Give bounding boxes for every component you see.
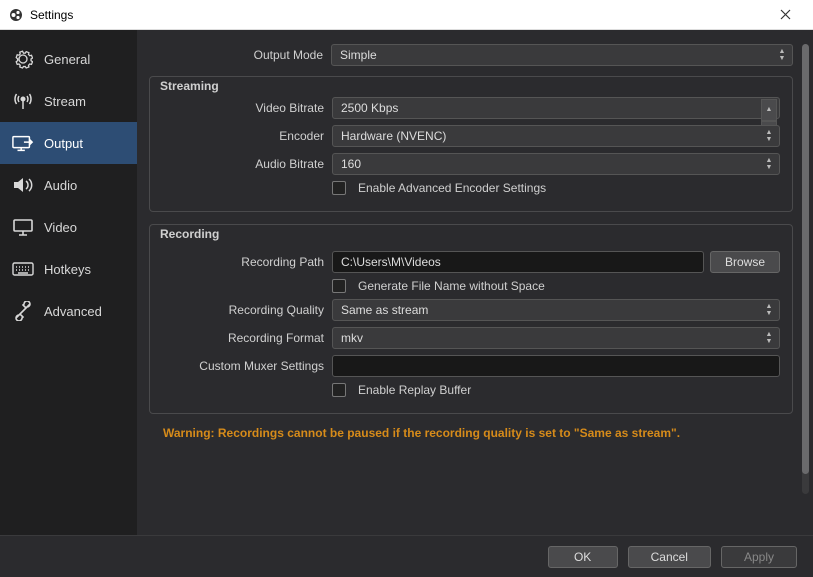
recording-path-value: C:\Users\M\Videos xyxy=(341,255,441,269)
content-pane: Output Mode Simple ▲▼ Streaming Video Bi… xyxy=(137,30,813,535)
recording-path-input[interactable]: C:\Users\M\Videos xyxy=(332,251,704,273)
browse-button[interactable]: Browse xyxy=(710,251,780,273)
recording-title: Recording xyxy=(158,227,221,241)
sidebar-item-label: Stream xyxy=(44,94,86,109)
ok-button[interactable]: OK xyxy=(548,546,618,568)
sidebar-item-general[interactable]: General xyxy=(0,38,137,80)
close-button[interactable] xyxy=(765,7,805,23)
recording-format-value: mkv xyxy=(341,331,363,345)
video-bitrate-input[interactable]: 2500 Kbps ▲▼ xyxy=(332,97,780,119)
cancel-button[interactable]: Cancel xyxy=(628,546,711,568)
enable-advanced-label: Enable Advanced Encoder Settings xyxy=(358,181,546,195)
settings-window: Settings General Stream xyxy=(0,0,813,577)
no-space-label: Generate File Name without Space xyxy=(358,279,545,293)
output-mode-value: Simple xyxy=(340,48,377,62)
sidebar-item-label: Audio xyxy=(44,178,77,193)
recording-quality-select[interactable]: Same as stream ▲▼ xyxy=(332,299,780,321)
keyboard-icon xyxy=(12,260,34,278)
sidebar-item-label: Output xyxy=(44,136,83,151)
sidebar-item-label: General xyxy=(44,52,90,67)
chevron-updown-icon: ▲▼ xyxy=(774,47,790,63)
chevron-updown-icon: ▲▼ xyxy=(761,128,777,144)
video-bitrate-label: Video Bitrate xyxy=(162,101,332,115)
sidebar-item-label: Advanced xyxy=(44,304,102,319)
sidebar: General Stream Output Audio xyxy=(0,30,137,535)
no-space-checkbox[interactable] xyxy=(332,279,346,293)
encoder-value: Hardware (NVENC) xyxy=(341,129,446,143)
app-icon xyxy=(8,7,24,23)
chevron-updown-icon: ▲▼ xyxy=(761,302,777,318)
warning-text: Warning: Recordings cannot be paused if … xyxy=(163,426,793,440)
speaker-icon xyxy=(12,176,34,194)
scrollbar[interactable] xyxy=(802,44,809,494)
sidebar-item-video[interactable]: Video xyxy=(0,206,137,248)
chevron-updown-icon: ▲▼ xyxy=(761,156,777,172)
recording-format-select[interactable]: mkv ▲▼ xyxy=(332,327,780,349)
recording-quality-label: Recording Quality xyxy=(162,303,332,317)
scrollbar-thumb[interactable] xyxy=(802,44,809,474)
sidebar-item-advanced[interactable]: Advanced xyxy=(0,290,137,332)
sidebar-item-stream[interactable]: Stream xyxy=(0,80,137,122)
footer: OK Cancel Apply xyxy=(0,535,813,577)
recording-path-label: Recording Path xyxy=(162,255,332,269)
spinner-icon[interactable]: ▲▼ xyxy=(761,99,777,117)
audio-bitrate-label: Audio Bitrate xyxy=(162,157,332,171)
muxer-input[interactable] xyxy=(332,355,780,377)
recording-group: Recording Recording Path C:\Users\M\Vide… xyxy=(149,224,793,414)
apply-button[interactable]: Apply xyxy=(721,546,797,568)
window-title: Settings xyxy=(30,8,765,22)
encoder-label: Encoder xyxy=(162,129,332,143)
sidebar-item-label: Hotkeys xyxy=(44,262,91,277)
recording-format-label: Recording Format xyxy=(162,331,332,345)
output-mode-select[interactable]: Simple ▲▼ xyxy=(331,44,793,66)
output-icon xyxy=(12,134,34,152)
sidebar-item-label: Video xyxy=(44,220,77,235)
recording-quality-value: Same as stream xyxy=(341,303,428,317)
streaming-group: Streaming Video Bitrate 2500 Kbps ▲▼ Enc… xyxy=(149,76,793,212)
tools-icon xyxy=(12,302,34,320)
audio-bitrate-value: 160 xyxy=(341,157,361,171)
streaming-title: Streaming xyxy=(158,79,221,93)
video-bitrate-value: 2500 Kbps xyxy=(341,101,398,115)
output-mode-label: Output Mode xyxy=(149,48,331,62)
antenna-icon xyxy=(12,92,34,110)
sidebar-item-output[interactable]: Output xyxy=(0,122,137,164)
replay-buffer-checkbox[interactable] xyxy=(332,383,346,397)
replay-buffer-label: Enable Replay Buffer xyxy=(358,383,471,397)
titlebar: Settings xyxy=(0,0,813,30)
audio-bitrate-select[interactable]: 160 ▲▼ xyxy=(332,153,780,175)
sidebar-item-hotkeys[interactable]: Hotkeys xyxy=(0,248,137,290)
gear-icon xyxy=(12,50,34,68)
muxer-label: Custom Muxer Settings xyxy=(162,359,332,373)
enable-advanced-checkbox[interactable] xyxy=(332,181,346,195)
monitor-icon xyxy=(12,218,34,236)
sidebar-item-audio[interactable]: Audio xyxy=(0,164,137,206)
chevron-updown-icon: ▲▼ xyxy=(761,330,777,346)
encoder-select[interactable]: Hardware (NVENC) ▲▼ xyxy=(332,125,780,147)
